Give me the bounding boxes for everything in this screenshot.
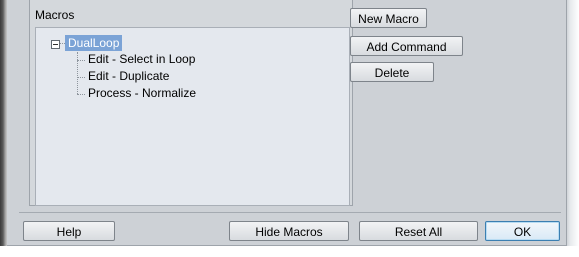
reset-all-button[interactable]: Reset All (359, 221, 478, 241)
window-bottom-strip (0, 246, 579, 257)
help-button[interactable]: Help (23, 221, 115, 241)
window-edge-right (566, 0, 579, 257)
tree-connector (77, 52, 78, 94)
window-edge-left (0, 0, 7, 257)
tree-connector (77, 60, 85, 61)
tree-item-duplicate[interactable]: Edit - Duplicate (88, 69, 169, 83)
footer-separator (19, 212, 561, 213)
new-macro-button[interactable]: New Macro (350, 8, 427, 28)
hide-macros-button[interactable]: Hide Macros (229, 221, 349, 241)
tree-root-dualloop[interactable]: DualLoop (65, 35, 123, 51)
collapse-toggle-icon[interactable] (51, 40, 60, 49)
ok-button[interactable]: OK (485, 221, 560, 241)
tree-item-select-in-loop[interactable]: Edit - Select in Loop (88, 52, 195, 66)
macros-dialog: Macros DualLoop Edit - Select in Loop Ed… (7, 0, 567, 246)
tree-connector (77, 77, 85, 78)
tree-connector (77, 94, 85, 95)
tree-item-normalize[interactable]: Process - Normalize (88, 86, 196, 100)
delete-button[interactable]: Delete (350, 62, 434, 82)
macros-group-title: Macros (35, 8, 75, 22)
macros-tree[interactable]: DualLoop Edit - Select in Loop Edit - Du… (35, 27, 350, 206)
add-command-button[interactable]: Add Command (350, 36, 463, 56)
